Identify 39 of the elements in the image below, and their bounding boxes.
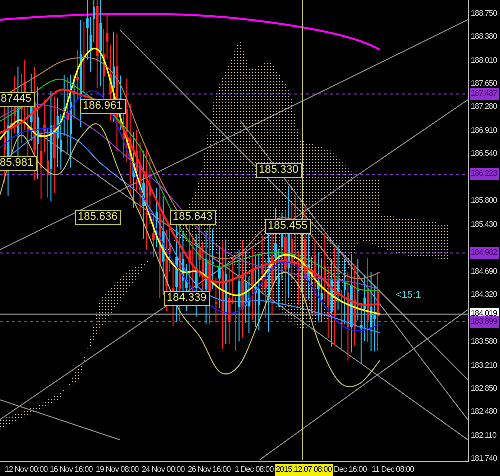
price-label: 186.961 — [80, 99, 126, 114]
price-tick: 186.540 — [471, 148, 498, 160]
price-label: 185.330 — [256, 163, 302, 178]
price-marker: 186.223 — [470, 168, 499, 180]
price-tick: 188.010 — [471, 54, 498, 67]
price-tick: 188.380 — [471, 31, 498, 44]
price-marker: 184.982 — [470, 247, 499, 260]
cursor-time-label: 2015.12.07 08:00 — [275, 464, 333, 476]
price-label: 184.339 — [164, 291, 210, 306]
price-label: 185.636 — [75, 210, 121, 225]
time-label: 16 Nov 16:00 — [50, 464, 93, 476]
price-tick: 184.320 — [471, 289, 498, 302]
price-tick: 182.480 — [471, 406, 498, 418]
price-tick: 185.800 — [471, 195, 498, 208]
price-tick: 185.430 — [471, 218, 498, 231]
price-tick: 182.850 — [471, 382, 498, 395]
time-label: 24 Nov 00:00 — [142, 464, 185, 476]
price-tick: 183.210 — [471, 360, 498, 372]
price-tick: 188.750 — [471, 8, 498, 20]
price-tick: 187.280 — [471, 101, 498, 114]
price-label: 185.455 — [265, 219, 311, 234]
time-label: 19 Nov 08:00 — [96, 464, 139, 476]
time-label: 26 Nov 16:00 — [188, 464, 231, 476]
price-label: 85.981 — [0, 156, 37, 171]
price-tick: 181.740 — [471, 453, 498, 466]
time-label: 1 Dec 08:00 — [235, 464, 274, 476]
price-tick: 187.650 — [471, 78, 498, 90]
price-marker: 187.487 — [470, 88, 499, 100]
spread-label: <15:1 — [396, 290, 422, 301]
price-label: 185.643 — [170, 210, 216, 225]
price-tick: 182.110 — [471, 430, 497, 442]
time-label: 12 Nov 00:00 — [5, 464, 48, 476]
price-tick: 183.580 — [471, 336, 498, 348]
price-tick: 184.690 — [471, 266, 498, 278]
time-label: 11 Dec 08:00 — [372, 464, 414, 476]
price-label: 87445 — [0, 92, 35, 107]
time-label: Dec 16:00 — [334, 464, 367, 476]
price-tick: 186.910 — [471, 124, 498, 137]
price-marker: 183.899 — [470, 316, 499, 328]
